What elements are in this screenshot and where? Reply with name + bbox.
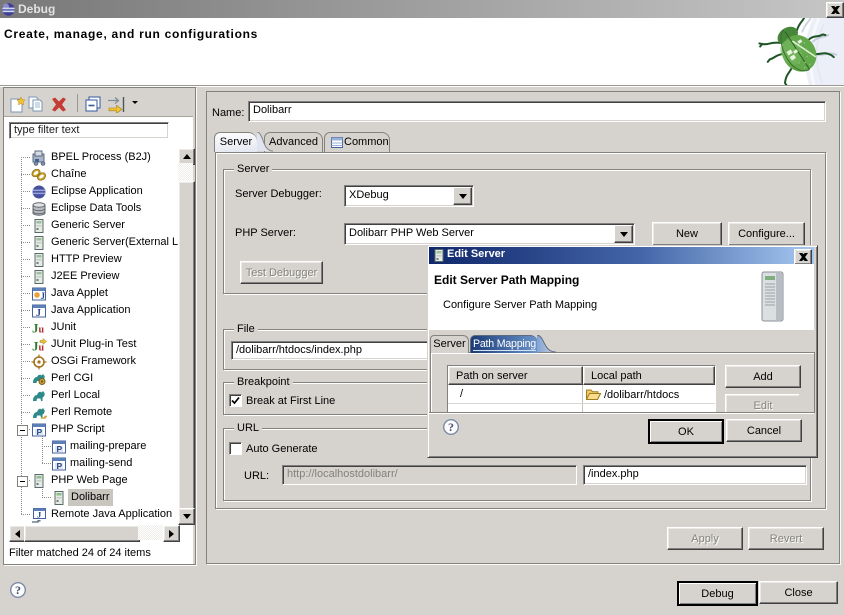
svg-text:P: P [37,427,43,437]
svg-text:?: ? [448,420,454,434]
svg-text:J: J [36,308,41,319]
svg-text:P: P [57,461,63,471]
svg-text:u: u [39,325,45,336]
svg-text:P: P [57,444,63,454]
svg-text:?: ? [15,583,21,597]
svg-text:J: J [41,291,46,301]
